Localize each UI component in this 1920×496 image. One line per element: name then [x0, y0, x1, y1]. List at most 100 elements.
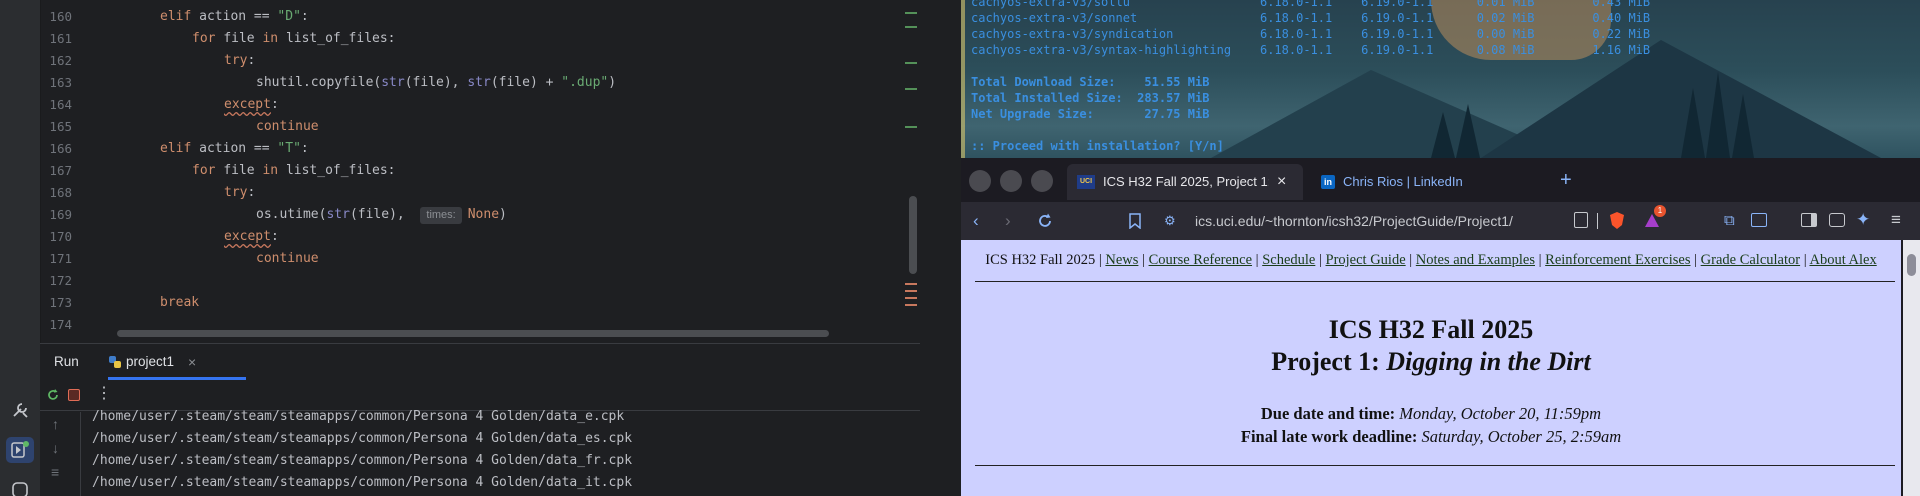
menu-icon[interactable]: ≡ — [1891, 210, 1901, 230]
code-token: try — [224, 53, 248, 68]
line-number: 170 — [49, 229, 72, 244]
reload-icon[interactable] — [1036, 212, 1054, 230]
code-token: file — [223, 163, 263, 178]
nav-link[interactable]: Grade Calculator — [1701, 252, 1800, 268]
brave-shields-icon[interactable] — [1609, 211, 1625, 230]
scroll-down-icon[interactable]: ↓ — [52, 440, 59, 456]
site-info-icon[interactable]: ⚙ — [1164, 213, 1176, 229]
run-panel-title[interactable]: Run — [54, 344, 79, 380]
leo-ai-icon[interactable]: ✦ — [1856, 210, 1870, 230]
code-line: for file in list_of_files: — [192, 28, 396, 50]
sidebar-icon[interactable] — [1801, 213, 1817, 227]
reader-mode-icon[interactable] — [1574, 212, 1588, 228]
code-token: (file), — [404, 75, 468, 90]
nav-separator: | — [1535, 252, 1546, 268]
python-console-icon[interactable] — [10, 480, 30, 496]
error-marker — [905, 297, 917, 299]
change-marker — [905, 12, 917, 14]
error-marker — [905, 283, 917, 285]
nav-link[interactable]: Project Guide — [1326, 252, 1406, 268]
code-token: : — [270, 229, 279, 244]
code-editor[interactable]: elif action == "D": for file in list_of_f… — [82, 0, 908, 336]
web-page: ICS H32 Fall 2025 | News | Course Refere… — [961, 240, 1901, 496]
soft-wrap-icon[interactable]: ≡ — [51, 464, 59, 480]
address-bar[interactable]: ics.uci.edu/~thornton/icsh32/ProjectGuid… — [1195, 202, 1513, 240]
bookmark-icon[interactable] — [1129, 213, 1141, 230]
window-close-button[interactable] — [969, 170, 991, 192]
course-nav: ICS H32 Fall 2025 | News | Course Refere… — [961, 252, 1901, 269]
editor-horizontal-scrollbar[interactable] — [117, 330, 829, 337]
rerun-icon[interactable] — [46, 388, 60, 402]
nav-separator: | — [1138, 252, 1149, 268]
forward-icon[interactable]: › — [1005, 210, 1011, 232]
run-tool-icon[interactable] — [6, 437, 34, 463]
tab-project1-page[interactable]: UCI ICS H32 Fall 2025, Project 1: Diggin… — [1067, 164, 1303, 200]
window-maximize-button[interactable] — [1031, 170, 1053, 192]
code-line: except: — [224, 226, 279, 248]
window-minimize-button[interactable] — [1000, 170, 1022, 192]
tab-close-icon[interactable]: × — [1277, 164, 1286, 200]
change-marker — [905, 88, 917, 90]
code-line: continue — [256, 116, 319, 138]
nav-link[interactable]: News — [1105, 252, 1138, 268]
line-number: 162 — [49, 53, 72, 68]
nav-link[interactable]: Notes and Examples — [1416, 252, 1535, 268]
code-token: elif — [160, 9, 200, 24]
tab-project1[interactable]: project1 — [126, 344, 174, 380]
nav-separator: | — [1405, 252, 1416, 268]
code-token: : — [247, 53, 256, 68]
code-token: in — [262, 163, 286, 178]
wallpaper-tree — [1431, 112, 1455, 158]
code-token: (file) + — [490, 75, 562, 90]
code-line: try: — [224, 50, 255, 72]
nav-link[interactable]: Reinforcement Exercises — [1545, 252, 1690, 268]
line-number: 171 — [49, 251, 72, 266]
tab-project1-close-icon[interactable]: × — [188, 344, 196, 380]
output-line: /home/user/.steam/steam/steamapps/common… — [92, 475, 633, 490]
code-token: list_of_files: — [285, 163, 396, 178]
code-line: try: — [224, 182, 255, 204]
line-number-gutter: 160 161 162 163 164 165 166 167 168 169 170 171 172 1… — [40, 0, 82, 336]
code-token: action == — [199, 9, 278, 24]
late-value: Saturday, October 25, 2:59am — [1421, 427, 1622, 446]
ide-tool-strip — [0, 0, 41, 496]
extensions-icon[interactable]: ⧉ — [1724, 212, 1735, 229]
page-scrollbar-thumb[interactable] — [1907, 254, 1916, 276]
change-marker — [905, 62, 917, 64]
editor-vertical-scrollbar[interactable] — [909, 196, 917, 274]
subtitle-italic: Digging in the Dirt — [1386, 347, 1591, 376]
line-number: 168 — [49, 185, 72, 200]
code-token: os.utime( — [256, 207, 327, 222]
nav-link[interactable]: Schedule — [1262, 252, 1315, 268]
terminal-border — [961, 0, 965, 158]
wallet-icon[interactable] — [1829, 213, 1845, 227]
more-options-icon[interactable]: ⋮ — [96, 384, 112, 404]
code-token: "D" — [277, 9, 301, 24]
new-tab-button[interactable]: + — [1560, 166, 1572, 194]
code-line: for file in list_of_files: — [192, 160, 396, 182]
uci-favicon: UCI — [1077, 175, 1095, 189]
run-output[interactable]: /home/user/.steam/steam/steamapps/common… — [80, 409, 920, 496]
nav-link[interactable]: About Alex — [1809, 252, 1876, 268]
terminal-line: :: Proceed with installation? [Y/n] — [971, 139, 1232, 153]
tab-title: ICS H32 Fall 2025, Project 1: Digging in… — [1103, 174, 1269, 189]
output-line: /home/user/.steam/steam/steamapps/common… — [92, 453, 633, 468]
scroll-up-icon[interactable]: ↑ — [52, 416, 59, 432]
nav-link[interactable]: Course Reference — [1149, 252, 1252, 268]
subtitle-prefix: Project 1: — [1271, 347, 1387, 376]
back-icon[interactable]: ‹ — [973, 210, 979, 232]
code-token: elif — [160, 141, 200, 156]
code-token: : — [300, 9, 309, 24]
tab-linkedin[interactable]: in Chris Rios | LinkedIn — [1311, 164, 1547, 200]
terminal-window[interactable]: cachyos-extra-v3/sollu 6.18.0-1.1 6.19.0… — [961, 0, 1920, 158]
screenshot-icon[interactable] — [1751, 213, 1767, 227]
page-scrollbar[interactable] — [1903, 240, 1920, 496]
code-token: ) — [499, 207, 507, 222]
line-number: 172 — [49, 273, 72, 288]
code-line: elif action == "D": — [160, 6, 309, 28]
nav-separator: | — [1315, 252, 1326, 268]
code-token: : — [270, 97, 279, 112]
build-tools-icon[interactable] — [10, 400, 30, 420]
stop-icon[interactable] — [68, 389, 80, 401]
rewards-badge: 1 — [1654, 205, 1666, 217]
